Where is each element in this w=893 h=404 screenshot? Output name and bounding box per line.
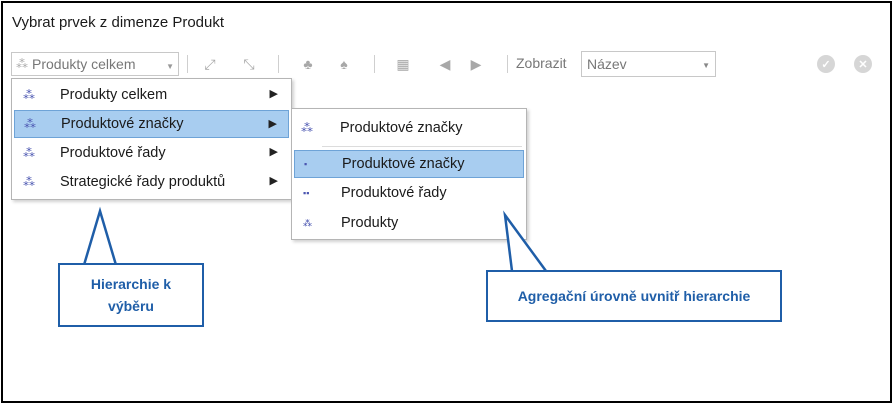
levels-callout: Agregační úrovně uvnitř hierarchie	[486, 270, 782, 322]
levels-callout-text: Agregační úrovně uvnitř hierarchie	[517, 288, 751, 304]
hierarchy-callout-pointer	[82, 206, 118, 266]
callout-pointers	[82, 206, 548, 272]
hierarchy-callout: Hierarchie k výběru	[58, 263, 204, 327]
hierarchy-callout-line1: Hierarchie k	[90, 276, 172, 292]
hierarchy-callout-line2: výběru	[108, 298, 154, 314]
levels-callout-pointer	[503, 210, 548, 272]
